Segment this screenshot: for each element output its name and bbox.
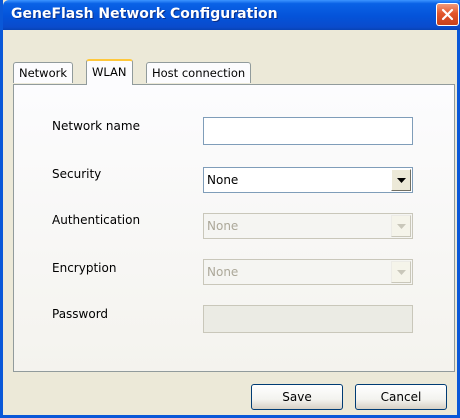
close-button[interactable] [436, 3, 459, 26]
network-name-input[interactable] [203, 117, 413, 145]
authentication-value: None [207, 219, 239, 233]
close-icon [441, 8, 454, 21]
chevron-down-icon [397, 270, 406, 275]
authentication-select: None [203, 213, 413, 239]
encryption-label: Encryption [52, 261, 117, 275]
tab-panel-wlan: Network name Security None Authenticatio… [13, 84, 455, 372]
authentication-label: Authentication [52, 213, 141, 227]
encryption-dropdown-button [391, 261, 411, 283]
encryption-select: None [203, 259, 413, 285]
password-input [203, 305, 413, 333]
chevron-down-icon [397, 178, 406, 183]
save-button[interactable]: Save [251, 384, 343, 410]
title-bar: GeneFlash Network Configuration [3, 0, 460, 30]
security-select[interactable]: None [203, 167, 413, 193]
cancel-button[interactable]: Cancel [355, 384, 447, 410]
chevron-down-icon [397, 224, 406, 229]
encryption-value: None [207, 265, 239, 279]
password-label: Password [52, 307, 109, 321]
dialog-window: GeneFlash Network Configuration Network … [0, 0, 460, 418]
tab-wlan[interactable]: WLAN [86, 59, 133, 85]
network-name-label: Network name [52, 119, 140, 133]
window-title: GeneFlash Network Configuration [11, 6, 278, 22]
tab-host-connection[interactable]: Host connection [146, 62, 252, 83]
tab-network[interactable]: Network [13, 62, 74, 83]
security-value: None [207, 173, 239, 187]
security-label: Security [52, 167, 102, 181]
security-dropdown-button[interactable] [391, 169, 411, 191]
authentication-dropdown-button [391, 215, 411, 237]
